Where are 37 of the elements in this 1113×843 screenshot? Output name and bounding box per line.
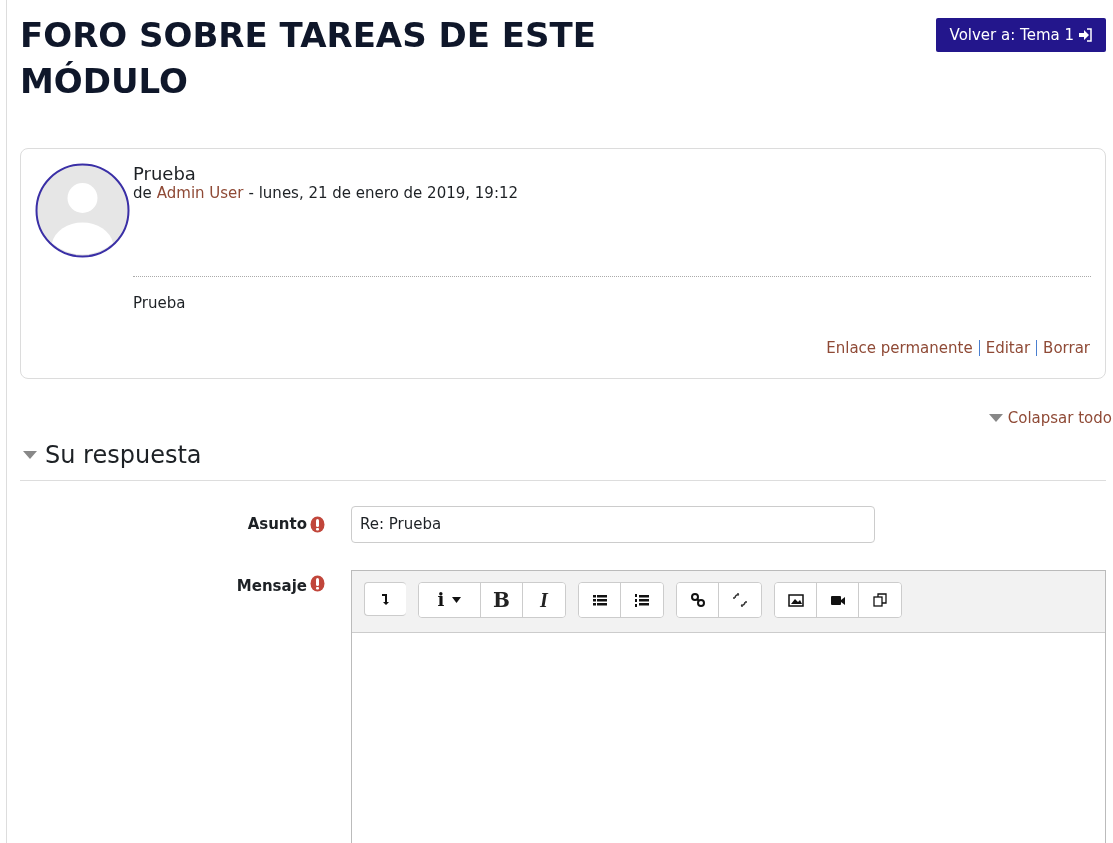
insert-menu-button[interactable]: i (419, 582, 481, 617)
page-title: FORO SOBRE TAREAS DE ESTE MÓDULO (20, 14, 597, 103)
bold-button[interactable]: B (481, 582, 523, 617)
section-title: Su respuesta (45, 439, 202, 470)
author-link[interactable]: Admin User (156, 184, 244, 202)
back-button[interactable]: Volver a: Tema 1 (935, 18, 1106, 52)
expand-button[interactable] (364, 581, 406, 616)
required-icon (310, 515, 325, 533)
message-editor[interactable]: i B I (351, 569, 1106, 843)
unlink-icon (732, 591, 748, 608)
post-action-link[interactable]: Editar (985, 336, 1031, 359)
message-label: Mensaje (236, 575, 307, 597)
image-button[interactable] (775, 582, 817, 617)
post-action-link[interactable]: Enlace permanente (826, 336, 973, 359)
video-button[interactable] (817, 582, 859, 617)
sign-in-icon (1078, 28, 1092, 42)
subject-label: Asunto (247, 513, 307, 535)
avatar-icon (35, 163, 130, 258)
copy-button[interactable] (859, 582, 901, 617)
subject-field[interactable]: Re: Prueba (351, 505, 875, 543)
collapse-all-link[interactable]: Colapsar todo (988, 407, 1112, 430)
numbers-button[interactable] (621, 582, 663, 617)
bullets-button[interactable] (579, 582, 621, 617)
copy-icon (872, 591, 888, 608)
italic-button[interactable]: I (523, 582, 565, 617)
caret-icon (452, 596, 462, 603)
image-icon (787, 591, 804, 608)
link-icon (689, 591, 706, 608)
post-subject: Prueba (133, 163, 197, 184)
post-date: - lunes, 21 de enero de 2019, 19:12 (248, 184, 519, 202)
caret-icon (988, 414, 1003, 423)
required-icon (310, 574, 325, 592)
numbered-list-icon (634, 591, 650, 608)
byline-prefix: de (133, 184, 152, 202)
post-action-link[interactable]: Borrar (1043, 336, 1090, 359)
link-button[interactable] (677, 582, 719, 617)
post-body: Prueba (133, 293, 187, 314)
